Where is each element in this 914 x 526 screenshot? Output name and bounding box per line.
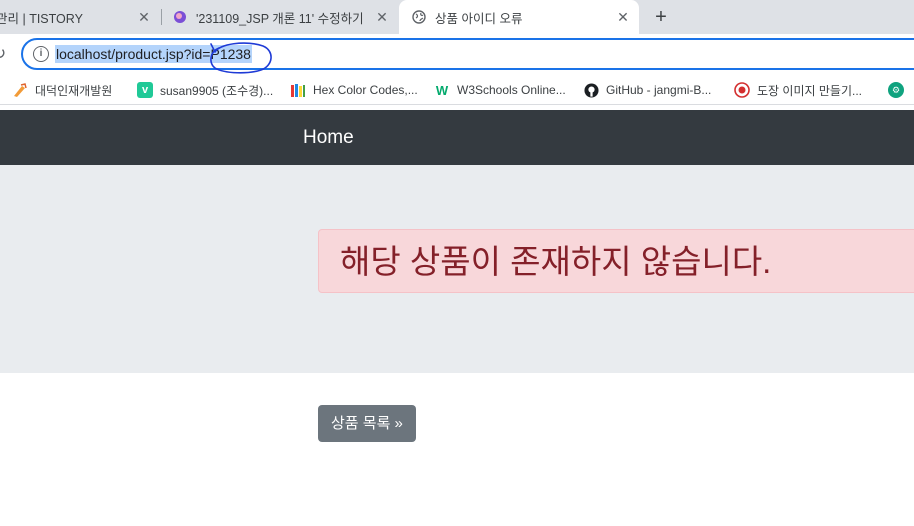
product-list-button[interactable]: 상품 목록 » xyxy=(318,405,416,442)
bookmark-label: GitHub - jangmi-B... xyxy=(606,83,712,97)
bookmark-label: susan9905 (조수경)... xyxy=(160,83,274,98)
jumbotron: 해당 상품이 존재하지 않습니다. xyxy=(0,165,914,373)
tools-icon xyxy=(12,82,28,98)
tab-tistory[interactable]: 관리 | TISTORY ✕ xyxy=(0,0,160,34)
tab-title: 상품 아이디 오류 xyxy=(435,11,523,26)
bookmarks-bar: 대덕인재개발원 v susan9905 (조수경)... Hex Color C… xyxy=(0,76,914,105)
address-bar[interactable]: i localhost/product.jsp?id=P1238 xyxy=(21,38,914,70)
stamp-icon xyxy=(734,82,750,98)
tab-title: 관리 | TISTORY xyxy=(0,11,83,26)
bookmark-item[interactable]: GitHub - jangmi-B... xyxy=(583,81,711,99)
tab-jsp-edit[interactable]: '231109_JSP 개론 11' 수정하기 ✕ xyxy=(162,0,398,34)
velog-icon: v xyxy=(137,82,153,98)
bookmark-item[interactable]: v susan9905 (조수경)... xyxy=(137,81,273,99)
info-icon[interactable]: i xyxy=(33,46,49,62)
url-text[interactable]: localhost/product.jsp?id=P1238 xyxy=(55,45,252,63)
bookmark-item[interactable]: 대덕인재개발원 xyxy=(12,81,112,99)
tab-product-error[interactable]: 상품 아이디 오류 ✕ xyxy=(399,0,639,34)
github-icon xyxy=(583,82,599,98)
bookmark-item[interactable]: Hex Color Codes,... xyxy=(290,81,418,99)
alert-message: 해당 상품이 존재하지 않습니다. xyxy=(340,243,772,280)
bookmark-label: W3Schools Online... xyxy=(457,83,566,97)
browser-toolbar: ↻ i localhost/product.jsp?id=P1238 xyxy=(0,34,914,74)
books-icon xyxy=(290,82,306,98)
bookmark-label: 대덕인재개발원 xyxy=(35,83,113,98)
tistory-favicon-icon xyxy=(172,9,188,25)
openai-icon: ⚙ xyxy=(888,82,904,98)
plus-icon[interactable]: + xyxy=(650,6,672,28)
w3schools-icon: W xyxy=(435,82,449,98)
globe-icon xyxy=(411,9,427,25)
bookmark-label: 도장 이미지 만들기... xyxy=(757,83,862,98)
close-icon[interactable]: ✕ xyxy=(136,9,152,25)
close-icon[interactable]: ✕ xyxy=(615,9,631,25)
bookmark-item[interactable]: 도장 이미지 만들기... xyxy=(734,81,862,99)
bookmark-label: Hex Color Codes,... xyxy=(313,83,418,97)
tab-title: '231109_JSP 개론 11' 수정하기 xyxy=(196,11,364,26)
error-alert: 해당 상품이 존재하지 않습니다. xyxy=(318,229,914,293)
reload-icon[interactable]: ↻ xyxy=(0,45,10,63)
navbar: Home xyxy=(0,110,914,165)
navbar-home-link[interactable]: Home xyxy=(303,126,354,150)
bookmark-item[interactable]: ⚙ xyxy=(888,81,911,99)
bookmark-item[interactable]: W W3Schools Online... xyxy=(434,81,566,99)
close-icon[interactable]: ✕ xyxy=(374,9,390,25)
tab-strip: 관리 | TISTORY ✕ '231109_JSP 개론 11' 수정하기 ✕… xyxy=(0,0,914,34)
